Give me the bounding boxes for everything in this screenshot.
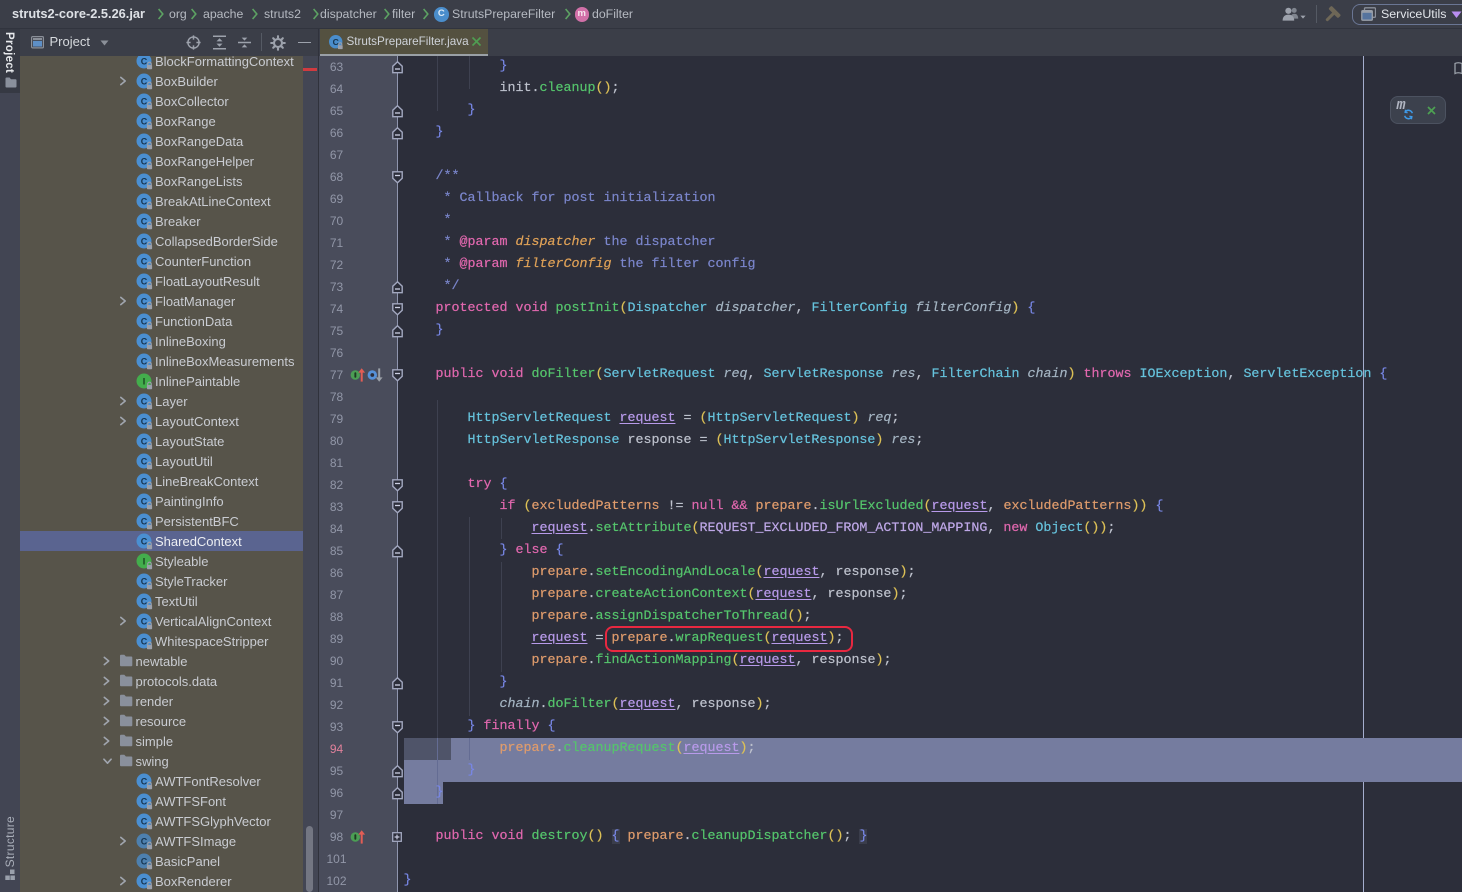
svg-text:C: C bbox=[141, 157, 148, 167]
svg-text:C: C bbox=[141, 777, 148, 787]
svg-text:C: C bbox=[141, 797, 148, 807]
svg-text:C: C bbox=[141, 77, 148, 87]
svg-text:C: C bbox=[332, 37, 338, 47]
svg-text:C: C bbox=[141, 177, 148, 187]
svg-text:C: C bbox=[141, 537, 148, 547]
svg-text:C: C bbox=[141, 297, 148, 307]
svg-text:C: C bbox=[141, 637, 148, 647]
svg-text:C: C bbox=[141, 257, 148, 267]
svg-text:C: C bbox=[141, 817, 148, 827]
svg-text:C: C bbox=[141, 617, 148, 627]
svg-text:C: C bbox=[141, 237, 148, 247]
svg-text:C: C bbox=[141, 417, 148, 427]
svg-text:C: C bbox=[141, 357, 148, 367]
svg-text:C: C bbox=[141, 197, 148, 207]
svg-text:C: C bbox=[141, 57, 148, 67]
svg-text:C: C bbox=[141, 217, 148, 227]
svg-text:C: C bbox=[141, 837, 148, 847]
svg-text:C: C bbox=[141, 137, 148, 147]
svg-text:C: C bbox=[141, 317, 148, 327]
svg-text:C: C bbox=[141, 117, 148, 127]
svg-text:C: C bbox=[141, 97, 148, 107]
svg-text:C: C bbox=[141, 397, 148, 407]
svg-text:C: C bbox=[141, 477, 148, 487]
svg-text:C: C bbox=[141, 337, 148, 347]
svg-text:C: C bbox=[141, 497, 148, 507]
svg-text:C: C bbox=[141, 277, 148, 287]
svg-text:C: C bbox=[141, 877, 148, 887]
svg-text:C: C bbox=[141, 517, 148, 527]
svg-text:C: C bbox=[141, 597, 148, 607]
svg-text:I: I bbox=[143, 557, 146, 567]
svg-text:C: C bbox=[141, 577, 148, 587]
svg-text:C: C bbox=[141, 457, 148, 467]
svg-text:C: C bbox=[141, 437, 148, 447]
svg-text:C: C bbox=[141, 857, 148, 867]
svg-text:I: I bbox=[143, 377, 146, 387]
